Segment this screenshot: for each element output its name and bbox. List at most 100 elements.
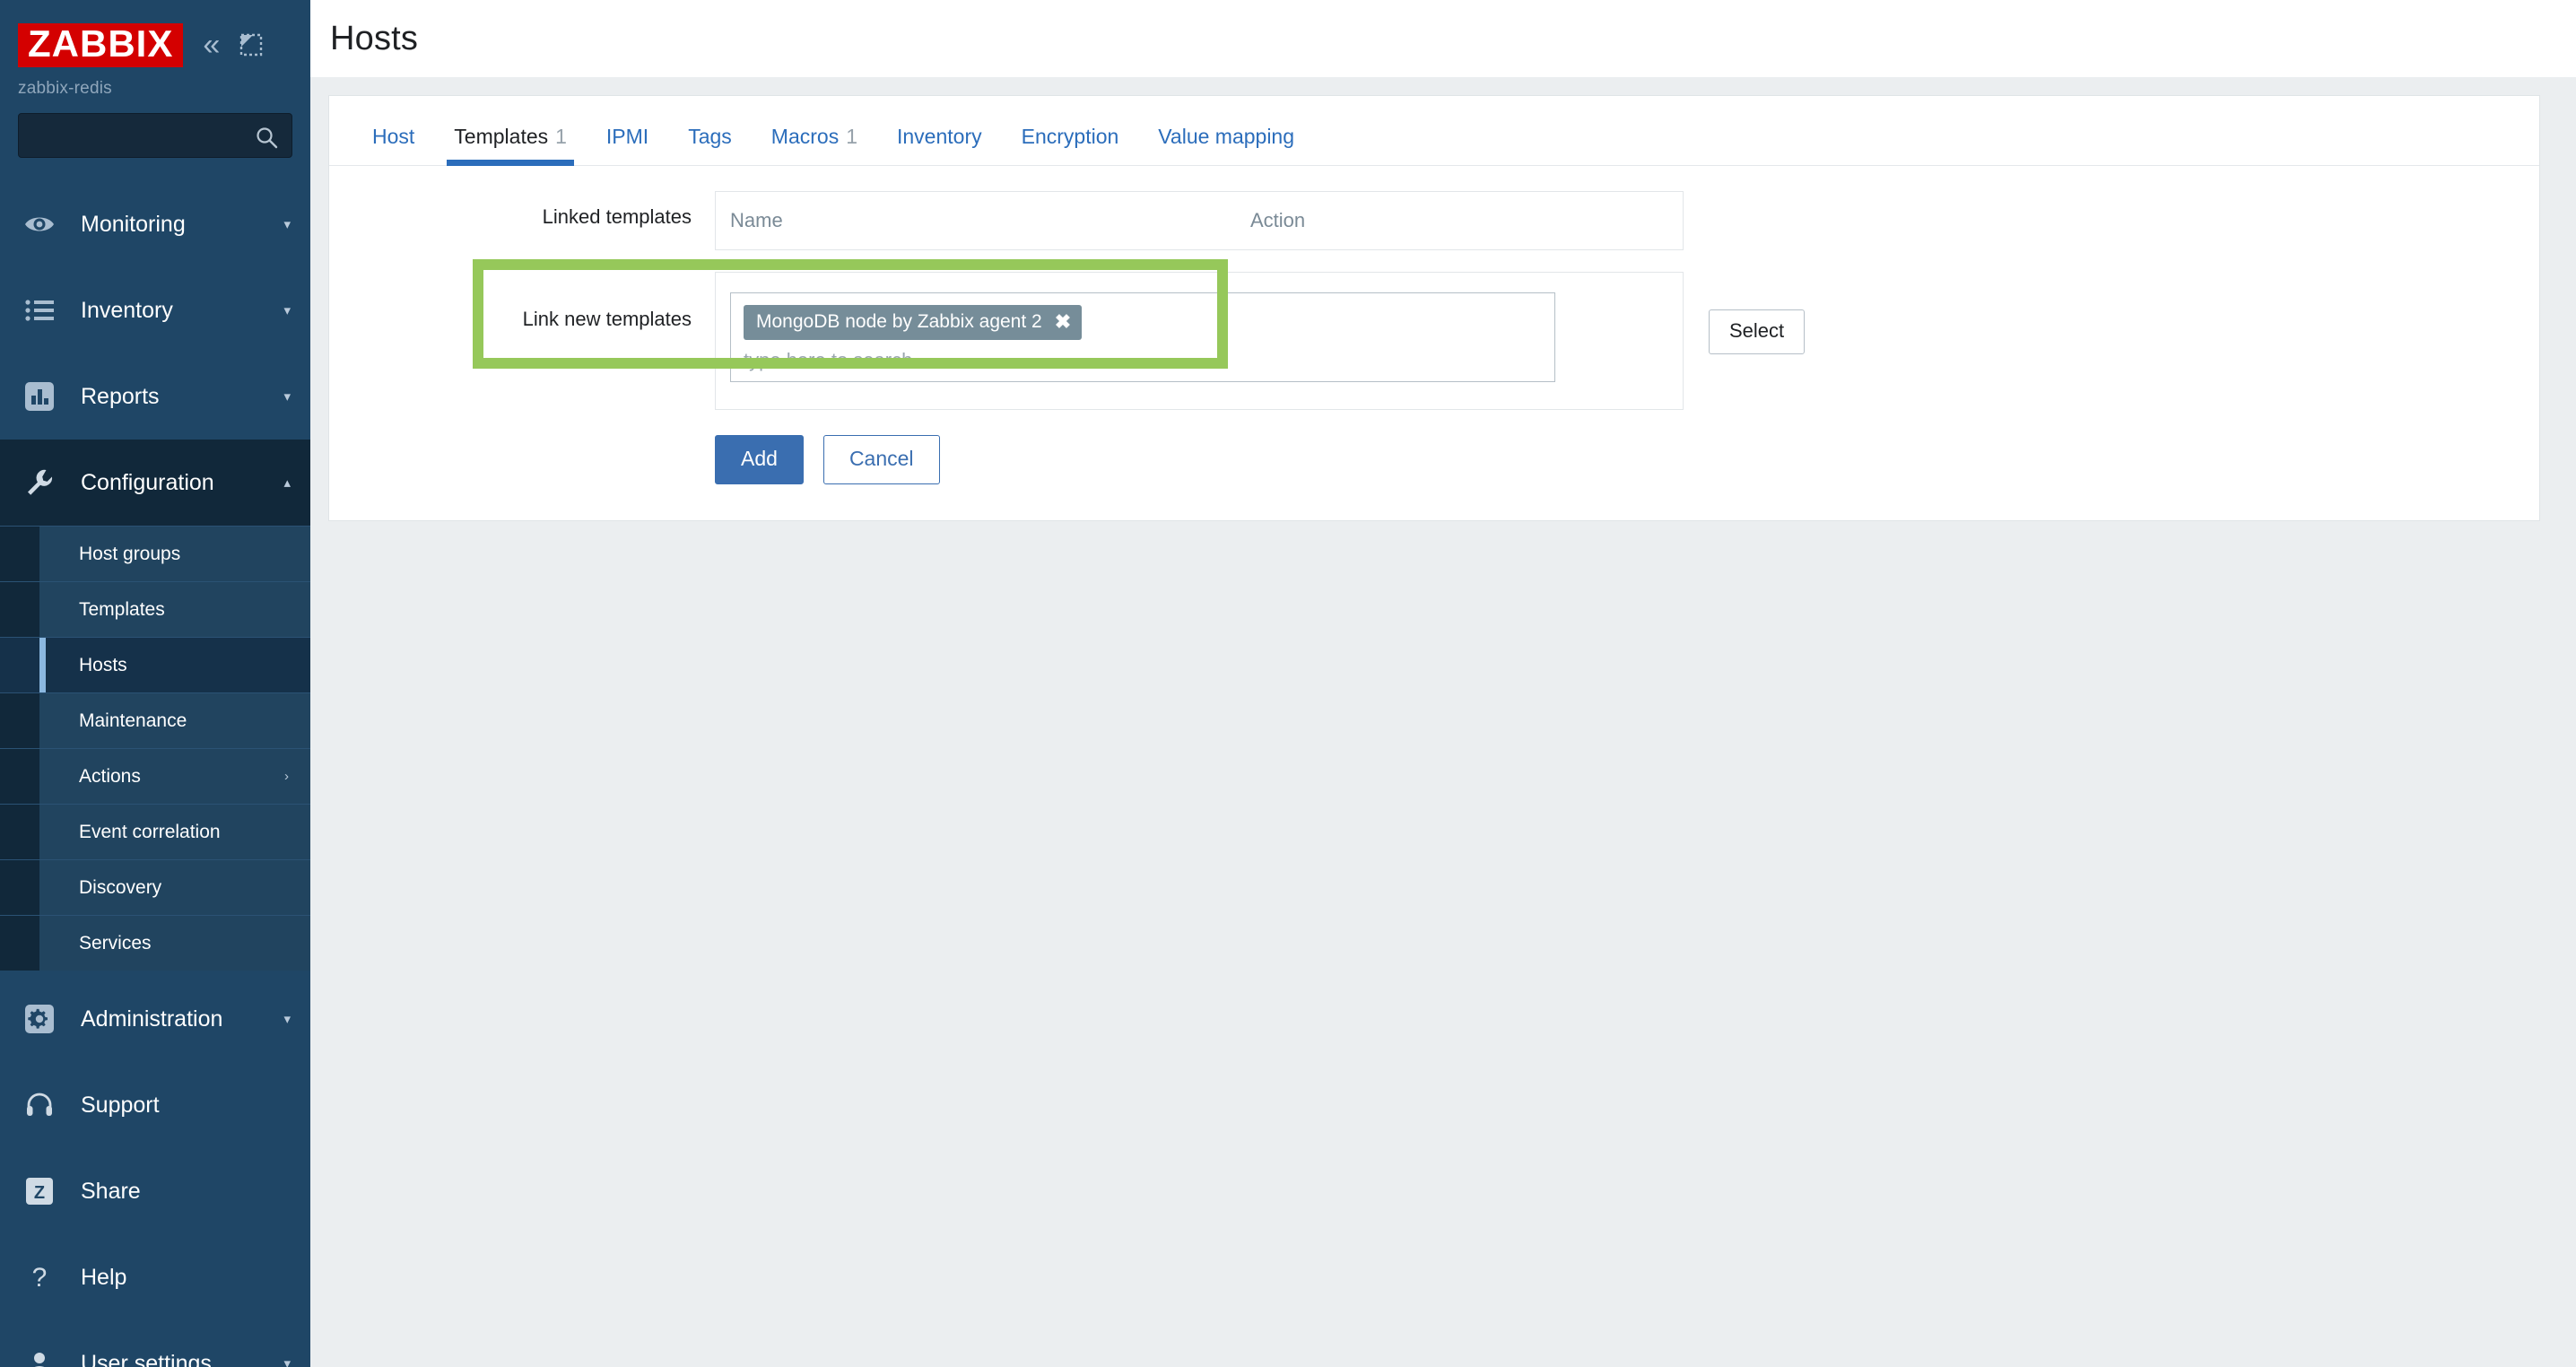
search-box[interactable]: [18, 113, 292, 158]
tab-ipmi[interactable]: IPMI: [587, 126, 668, 165]
sidebar-search: [0, 99, 310, 158]
chevron-right-icon: ›: [284, 769, 289, 784]
sidebar-header-icons: «: [203, 30, 265, 60]
chevron-down-icon: ▾: [283, 1012, 291, 1027]
sidebar-item-label: Administration: [81, 1006, 223, 1032]
templates-form: Linked templates Name Action Link new te…: [329, 166, 2539, 520]
link-new-templates-label: Link new templates: [522, 308, 692, 330]
sidebar-item-discovery[interactable]: Discovery: [0, 859, 310, 915]
zabbix-share-icon: Z: [22, 1173, 57, 1209]
tab-label: Value mapping: [1158, 125, 1295, 148]
cancel-button[interactable]: Cancel: [822, 435, 940, 484]
linked-templates-table: Name Action: [715, 191, 1684, 250]
sidebar-item-host-groups[interactable]: Host groups: [0, 526, 310, 581]
chevron-down-icon: ▾: [283, 217, 291, 232]
sidebar-item-label: Reports: [81, 383, 160, 409]
sidebar-item-hosts[interactable]: Hosts: [0, 637, 310, 692]
sidebar-item-label: Actions: [79, 765, 141, 787]
svg-text:?: ?: [32, 1263, 48, 1293]
host-form-card: Host Templates 1 IPMI Tags Macros 1 Inve…: [328, 95, 2540, 521]
bar-chart-icon: [22, 379, 57, 414]
column-header-name: Name: [730, 209, 783, 231]
headset-icon: [22, 1087, 57, 1123]
table-header-row: Name Action: [716, 192, 1683, 249]
multiselect-placeholder: type here to search: [744, 349, 913, 371]
sidebar-item-reports[interactable]: Reports ▾: [0, 353, 310, 440]
tab-label: Encryption: [1021, 125, 1119, 148]
select-button[interactable]: Select: [1709, 309, 1806, 354]
sidebar-item-inventory[interactable]: Inventory ▾: [0, 267, 310, 353]
sidebar-item-support[interactable]: Support: [0, 1062, 310, 1148]
sidebar-item-share[interactable]: Z Share: [0, 1148, 310, 1234]
tab-badge: 1: [555, 125, 567, 148]
configuration-submenu: Host groups Templates Hosts Maintenance …: [0, 526, 310, 971]
sidebar-item-label: Support: [81, 1092, 160, 1118]
topbar: Hosts: [310, 0, 2576, 77]
template-chip[interactable]: MongoDB node by Zabbix agent 2 ✖: [744, 305, 1083, 340]
tab-encryption[interactable]: Encryption: [1002, 126, 1139, 165]
tab-value-mapping[interactable]: Value mapping: [1138, 126, 1314, 165]
sidebar-item-event-correlation[interactable]: Event correlation: [0, 804, 310, 859]
eye-icon: [22, 206, 57, 242]
sidebar-item-label: Help: [81, 1264, 127, 1290]
tab-badge: 1: [846, 125, 857, 148]
form-tabs: Host Templates 1 IPMI Tags Macros 1 Inve…: [329, 96, 2539, 166]
link-new-templates-row: Link new templates MongoDB node by Zabbi…: [329, 259, 2539, 410]
sidebar-item-label: Inventory: [81, 297, 173, 323]
sidebar-item-services[interactable]: Services: [0, 915, 310, 971]
sidebar-item-monitoring[interactable]: Monitoring ▾: [0, 181, 310, 267]
page-title: Hosts: [330, 19, 419, 57]
sidebar-item-label: Services: [79, 932, 152, 953]
gear-icon: [22, 1001, 57, 1037]
zabbix-logo[interactable]: ZABBIX: [18, 22, 184, 67]
tab-label: Templates: [454, 125, 549, 148]
configuration-submenu-holder: Host groups Templates Hosts Maintenance …: [0, 526, 310, 971]
add-button[interactable]: Add: [715, 435, 804, 484]
main-area: Hosts Host Templates 1 IPMI Tags Macros …: [310, 0, 2576, 1367]
multiselect-box: MongoDB node by Zabbix agent 2 ✖ type he…: [715, 272, 1684, 410]
sidebar-item-administration[interactable]: Administration ▾: [0, 976, 310, 1062]
sidebar-item-actions[interactable]: Actions ›: [0, 748, 310, 804]
sidebar-item-help[interactable]: ? Help: [0, 1234, 310, 1320]
sidebar-item-maintenance[interactable]: Maintenance: [0, 692, 310, 748]
linked-templates-label: Linked templates: [542, 205, 692, 228]
chevron-up-icon: ▴: [283, 475, 291, 491]
user-icon: [22, 1345, 57, 1367]
chevron-down-icon: ▾: [283, 303, 291, 318]
sidebar-item-configuration[interactable]: Configuration ▴: [0, 440, 310, 526]
template-chip-label: MongoDB node by Zabbix agent 2: [756, 311, 1042, 332]
tab-host[interactable]: Host: [352, 126, 434, 165]
svg-text:Z: Z: [34, 1183, 45, 1203]
column-header-action: Action: [1250, 209, 1306, 231]
sidebar-item-user-settings[interactable]: User settings ▾: [0, 1320, 310, 1367]
link-new-templates-control: MongoDB node by Zabbix agent 2 ✖ type he…: [473, 259, 1806, 410]
sidebar-header: ZABBIX « zabbix-redis: [0, 0, 310, 158]
templates-multiselect[interactable]: MongoDB node by Zabbix agent 2 ✖ type he…: [730, 292, 1555, 382]
tab-templates[interactable]: Templates 1: [434, 125, 587, 166]
sidebar-item-label: Share: [81, 1178, 141, 1204]
server-name: zabbix-redis: [18, 79, 112, 98]
app-root: ZABBIX « zabbix-redis Monitoring ▾ Inven…: [0, 0, 2576, 1367]
sidebar-item-label: Maintenance: [79, 710, 187, 731]
form-actions: Add Cancel: [329, 435, 2539, 484]
sidebar-bottom-nav: Administration ▾ Support Z Share ? Help …: [0, 976, 310, 1367]
sidebar-nav: Monitoring ▾ Inventory ▾ Reports ▾ Confi…: [0, 181, 310, 1367]
tab-macros[interactable]: Macros 1: [752, 126, 877, 165]
search-icon[interactable]: [254, 125, 279, 154]
content-container: Host Templates 1 IPMI Tags Macros 1 Inve…: [310, 77, 2576, 521]
list-icon: [22, 292, 57, 328]
search-input[interactable]: [19, 126, 292, 145]
chevron-down-icon: ▾: [283, 389, 291, 405]
tab-label: Host: [372, 125, 415, 148]
sidebar-item-label: User settings: [81, 1350, 212, 1367]
hide-sidebar-icon[interactable]: [238, 31, 265, 58]
tab-inventory[interactable]: Inventory: [877, 126, 1002, 165]
linked-templates-row: Linked templates Name Action: [329, 191, 2539, 250]
sidebar-item-label: Event correlation: [79, 821, 221, 842]
tab-label: Tags: [688, 125, 732, 148]
sidebar-item-templates[interactable]: Templates: [0, 581, 310, 637]
logo-row: ZABBIX «: [0, 13, 310, 72]
collapse-sidebar-icon[interactable]: «: [203, 30, 220, 60]
tab-tags[interactable]: Tags: [668, 126, 752, 165]
close-icon[interactable]: ✖: [1055, 312, 1071, 332]
